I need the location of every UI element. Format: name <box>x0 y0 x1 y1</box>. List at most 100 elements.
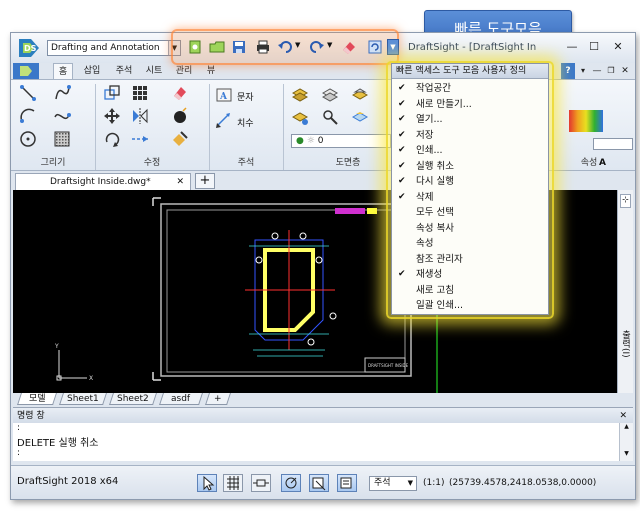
polyline-icon[interactable] <box>53 84 71 102</box>
layer-state-icon[interactable] <box>321 86 339 104</box>
menu-item[interactable]: ✔ 저장 <box>392 128 548 143</box>
polar-button[interactable] <box>281 474 301 492</box>
chevron-down-icon[interactable]: ▼ <box>408 477 413 490</box>
layer-select[interactable]: ● ☼ 0 <box>291 134 391 148</box>
side-panel: ⊹ 출력(I) <box>617 190 633 393</box>
layout-tab-sheet1[interactable]: Sheet1 <box>59 393 107 405</box>
command-close-icon[interactable]: ✕ <box>619 408 627 424</box>
color-palette-icon[interactable] <box>569 110 603 132</box>
menu-item[interactable]: ✔ 삭제 <box>392 190 548 205</box>
layer-manager-icon[interactable] <box>291 86 309 104</box>
array-icon[interactable] <box>131 84 149 102</box>
menu-item[interactable]: 참조 관리자 <box>392 252 548 267</box>
doc-close-button[interactable]: ✕ <box>619 63 631 79</box>
text-icon[interactable]: A <box>215 86 233 104</box>
edit-properties-icon[interactable] <box>171 130 189 148</box>
layout-tab-asdf[interactable]: asdf <box>159 393 203 405</box>
close-button[interactable]: ✕ <box>609 39 627 55</box>
layer-match-icon[interactable] <box>351 86 369 104</box>
menu-item[interactable]: ✔ 인쇄... <box>392 143 548 158</box>
erase-icon[interactable] <box>341 39 357 55</box>
grid-button[interactable] <box>223 474 243 492</box>
menu-item[interactable]: ✔ 다시 실행 <box>392 174 548 189</box>
minimize-button[interactable]: — <box>563 39 581 55</box>
workspace-select[interactable]: Drafting and Annotation ▼ <box>47 40 181 56</box>
tab-insert[interactable]: 삽입 <box>79 63 105 79</box>
command-prompt[interactable]: : <box>17 448 20 458</box>
annotation-scale-select[interactable]: 주석 ▼ <box>369 476 417 491</box>
layer-find-icon[interactable] <box>321 108 339 126</box>
open-file-icon[interactable] <box>209 39 225 55</box>
document-tab[interactable]: Draftsight Inside.dwg* ✕ <box>15 173 191 190</box>
new-file-icon[interactable] <box>187 39 203 55</box>
eraser-icon[interactable] <box>171 84 189 102</box>
command-window[interactable]: : DELETE 실행 취소 : <box>13 423 619 461</box>
hatch-icon[interactable] <box>53 130 71 148</box>
output-panel-tab[interactable]: 출력(I) <box>620 330 632 358</box>
menu-item[interactable]: ✔ 실행 취소 <box>392 159 548 174</box>
print-icon[interactable] <box>255 39 271 55</box>
arc-icon[interactable] <box>19 107 37 125</box>
close-tab-icon[interactable]: ✕ <box>176 174 184 190</box>
rotate-icon[interactable] <box>103 130 121 148</box>
help-button[interactable]: ? <box>561 63 575 79</box>
customize-toolbar-dropdown[interactable]: ▼ <box>387 39 399 55</box>
tab-annotate[interactable]: 주석 <box>111 63 137 79</box>
maximize-button[interactable]: ☐ <box>585 39 603 55</box>
line-icon[interactable] <box>19 84 37 102</box>
curve-icon[interactable] <box>53 107 71 125</box>
dimension-button-label[interactable]: 치수 <box>237 116 254 129</box>
menu-item[interactable]: 속성 복사 <box>392 221 548 236</box>
copy-icon[interactable] <box>103 84 121 102</box>
select-mode-button[interactable] <box>197 474 217 492</box>
tab-view[interactable]: 뷰 <box>201 63 221 79</box>
menu-item[interactable]: ✔ 새로 만들기... <box>392 97 548 112</box>
menu-item[interactable]: 모두 선택 <box>392 205 548 220</box>
pin-icon[interactable]: ⊹ <box>620 194 631 208</box>
mirror-icon[interactable] <box>131 107 149 125</box>
doc-minimize-button[interactable]: — <box>591 63 603 79</box>
menu-item[interactable]: ✔ 재생성 <box>392 267 548 282</box>
scroll-up-icon[interactable]: ▲ <box>620 423 633 430</box>
application-menu-button[interactable] <box>13 63 39 79</box>
layer-previous-icon[interactable] <box>291 108 309 126</box>
undo-dropdown-icon[interactable]: ▼ <box>295 41 300 49</box>
add-layout-button[interactable]: + <box>205 393 231 405</box>
trim-icon[interactable] <box>131 130 149 148</box>
layer-on-icon: ● <box>296 136 304 146</box>
ribbon-options-icon[interactable]: ▾ <box>577 63 589 79</box>
layer-isolate-icon[interactable] <box>351 108 369 126</box>
circle-icon[interactable] <box>19 130 37 148</box>
etrack-button[interactable] <box>337 474 357 492</box>
menu-item[interactable]: ✔ 열기... <box>392 112 548 127</box>
undo-icon[interactable] <box>277 39 293 55</box>
ortho-button[interactable] <box>251 474 271 492</box>
draftsight-logo-icon[interactable]: DS <box>17 37 41 59</box>
esnap-button[interactable] <box>309 474 329 492</box>
tab-manage[interactable]: 관리 <box>171 63 197 79</box>
doc-restore-button[interactable]: ❐ <box>605 63 617 79</box>
save-icon[interactable] <box>231 39 247 55</box>
menu-item[interactable]: 속성 <box>392 236 548 251</box>
tab-home[interactable]: 홈 <box>53 63 73 79</box>
lineweight-slider[interactable] <box>593 138 633 150</box>
command-scrollbar[interactable]: ▲ ▼ <box>619 423 633 461</box>
move-icon[interactable] <box>103 107 121 125</box>
menu-item[interactable]: 새로 고침 <box>392 283 548 298</box>
redo-icon[interactable] <box>309 39 325 55</box>
dimension-icon[interactable] <box>215 112 233 130</box>
redo-dropdown-icon[interactable]: ▼ <box>327 41 332 49</box>
menu-item[interactable]: ✔ 작업공간 <box>392 81 548 96</box>
layout-tab-model[interactable]: 모델 <box>17 393 57 405</box>
new-tab-button[interactable]: + <box>195 173 215 189</box>
tab-sheet[interactable]: 시트 <box>141 63 167 79</box>
checkmark-icon: ✔ <box>398 191 406 202</box>
explode-icon[interactable] <box>171 107 189 125</box>
layout-tab-sheet2[interactable]: Sheet2 <box>109 393 157 405</box>
menu-item[interactable]: 일괄 인쇄... <box>392 298 548 313</box>
regen-icon[interactable] <box>367 39 383 55</box>
menu-header: 빠른 액세스 도구 모음 사용자 정의 <box>392 64 548 79</box>
text-button-label[interactable]: 문자 <box>237 90 254 103</box>
workspace-select-value: Drafting and Annotation <box>51 43 160 53</box>
scroll-down-icon[interactable]: ▼ <box>620 450 633 457</box>
